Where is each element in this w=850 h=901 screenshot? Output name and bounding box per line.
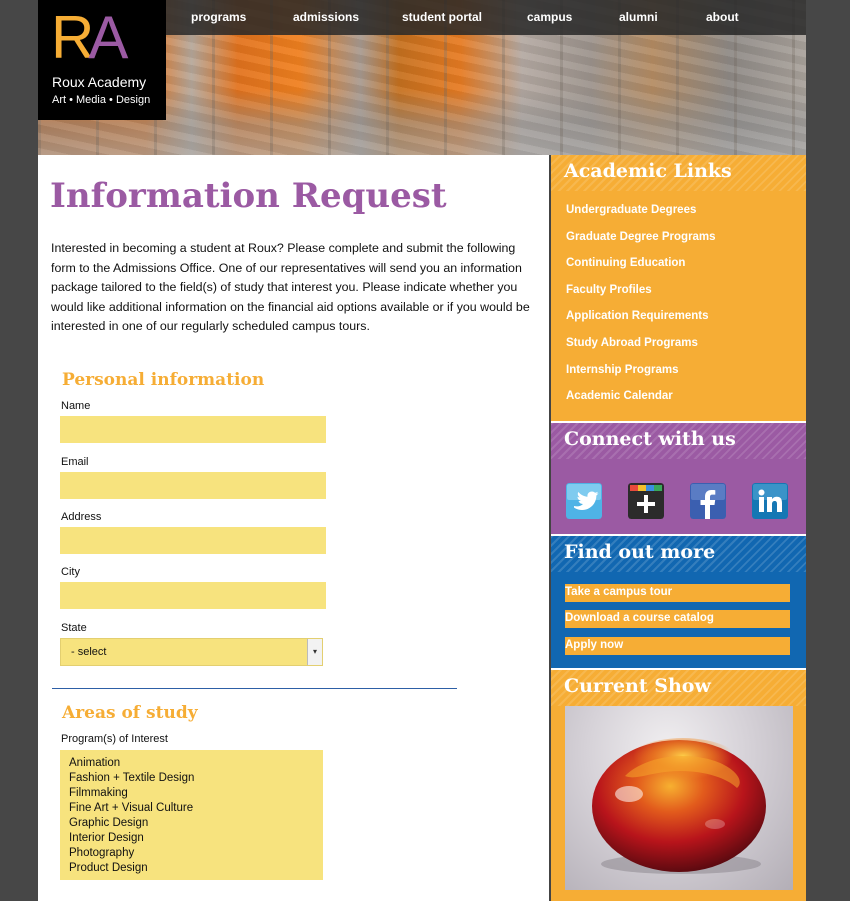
program-option[interactable]: Animation xyxy=(69,756,323,771)
email-input[interactable] xyxy=(60,472,326,499)
program-option[interactable]: Fine Art + Visual Culture xyxy=(69,801,323,816)
email-label: Email xyxy=(61,456,89,468)
programs-label: Program(s) of Interest xyxy=(61,733,168,745)
facebook-icon[interactable] xyxy=(690,483,726,519)
city-label: City xyxy=(61,566,80,578)
logo-tagline: Art • Media • Design xyxy=(52,94,151,106)
academic-link[interactable]: Continuing Education xyxy=(566,255,716,282)
google-plus-icon[interactable] xyxy=(628,483,664,519)
nav-campus[interactable]: campus xyxy=(527,10,572,24)
section-divider xyxy=(52,688,457,689)
state-label: State xyxy=(61,622,87,634)
top-navigation: programs admissions student portal campu… xyxy=(166,0,806,35)
twitter-icon[interactable] xyxy=(566,483,602,519)
find-out-more-panel: Find out more Take a campus tour Downloa… xyxy=(551,536,806,668)
nav-about[interactable]: about xyxy=(706,10,739,24)
ra-monogram: RA xyxy=(51,2,128,74)
state-select-value: - select xyxy=(71,646,107,658)
address-input[interactable] xyxy=(60,527,326,554)
page: RA Roux Academy Art • Media • Design pro… xyxy=(38,0,806,901)
academic-link[interactable]: Study Abroad Programs xyxy=(566,335,716,362)
areas-of-study-heading: Areas of study xyxy=(62,703,198,723)
apply-now-button[interactable]: Apply now xyxy=(565,637,790,655)
main-content: Information Request Interested in becomi… xyxy=(38,155,551,901)
program-option[interactable]: Product Design xyxy=(69,861,323,876)
program-option[interactable]: Filmmaking xyxy=(69,786,323,801)
address-label: Address xyxy=(61,511,102,523)
campus-tour-button[interactable]: Take a campus tour xyxy=(565,584,790,602)
state-select[interactable]: - select ▾ xyxy=(60,638,323,666)
logo-letter-r: R xyxy=(51,4,94,71)
academic-links-list: Undergraduate Degrees Graduate Degree Pr… xyxy=(566,202,716,415)
chevron-down-icon[interactable]: ▾ xyxy=(307,639,322,665)
name-label: Name xyxy=(61,400,91,412)
academic-link[interactable]: Graduate Degree Programs xyxy=(566,229,716,256)
page-title: Information Request xyxy=(50,176,447,216)
program-option[interactable]: Fashion + Textile Design xyxy=(69,771,323,786)
academic-links-panel: Academic Links Undergraduate Degrees Gra… xyxy=(551,155,806,421)
find-out-more-title: Find out more xyxy=(564,541,716,563)
current-show-title: Current Show xyxy=(564,675,711,697)
logo-letter-a: A xyxy=(88,4,128,71)
nav-alumni[interactable]: alumni xyxy=(619,10,658,24)
academic-link[interactable]: Internship Programs xyxy=(566,362,716,389)
current-show-image[interactable] xyxy=(565,706,793,890)
roux-academy-logo[interactable]: RA Roux Academy Art • Media • Design xyxy=(38,0,166,120)
academic-link[interactable]: Faculty Profiles xyxy=(566,282,716,309)
academic-links-title: Academic Links xyxy=(564,160,732,182)
personal-info-heading: Personal information xyxy=(62,370,265,390)
glass-sculpture-image xyxy=(592,738,766,874)
connect-title: Connect with us xyxy=(564,428,736,450)
nav-programs[interactable]: programs xyxy=(191,10,246,24)
intro-paragraph: Interested in becoming a student at Roux… xyxy=(51,241,530,333)
nav-admissions[interactable]: admissions xyxy=(293,10,359,24)
course-catalog-button[interactable]: Download a course catalog xyxy=(565,610,790,628)
program-option[interactable]: Interior Design xyxy=(69,831,323,846)
name-input[interactable] xyxy=(60,416,326,443)
programs-multiselect[interactable]: Animation Fashion + Textile Design Filmm… xyxy=(60,750,323,880)
academic-link[interactable]: Application Requirements xyxy=(566,308,716,335)
academic-link[interactable]: Academic Calendar xyxy=(566,388,716,415)
current-show-panel: Current Show xyxy=(551,670,806,901)
academic-link[interactable]: Undergraduate Degrees xyxy=(566,202,716,229)
program-option[interactable]: Photography xyxy=(69,846,323,861)
nav-student-portal[interactable]: student portal xyxy=(402,10,482,24)
linkedin-icon[interactable] xyxy=(752,483,788,519)
city-input[interactable] xyxy=(60,582,326,609)
logo-name: Roux Academy xyxy=(52,74,147,90)
program-option[interactable]: Graphic Design xyxy=(69,816,323,831)
